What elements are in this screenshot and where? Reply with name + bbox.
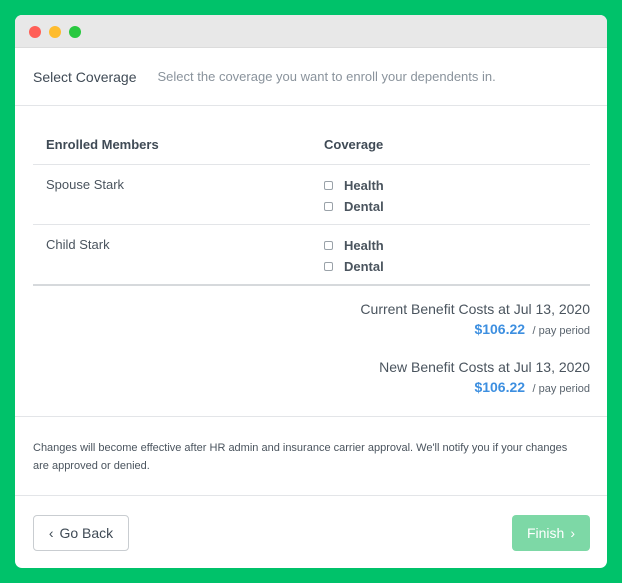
coverage-table: Enrolled Members Coverage Spouse Stark H… <box>33 132 590 286</box>
coverage-option-label: Dental <box>344 258 384 274</box>
current-cost-block: Current Benefit Costs at Jul 13, 2020 $1… <box>360 299 590 341</box>
app-window: Select Coverage Select the coverage you … <box>15 15 607 568</box>
current-cost-period: / pay period <box>532 325 590 337</box>
go-back-button[interactable]: ‹ Go Back <box>33 515 129 551</box>
health-checkbox[interactable] <box>324 180 333 190</box>
finish-button[interactable]: Finish › <box>512 515 590 551</box>
current-cost-label: Current Benefit Costs at Jul 13, 2020 <box>360 301 590 317</box>
coverage-option-health[interactable]: Health <box>324 176 384 194</box>
new-cost-label: New Benefit Costs at Jul 13, 2020 <box>379 359 590 375</box>
close-window-button[interactable] <box>29 26 41 38</box>
benefit-costs-summary: Current Benefit Costs at Jul 13, 2020 $1… <box>360 299 590 415</box>
chevron-left-icon: ‹ <box>48 525 54 541</box>
coverage-option-label: Dental <box>344 198 384 214</box>
coverage-option-label: Health <box>344 237 384 253</box>
dental-checkbox[interactable] <box>324 261 333 271</box>
dental-checkbox[interactable] <box>324 201 333 211</box>
new-cost-block: New Benefit Costs at Jul 13, 2020 $106.2… <box>360 357 590 399</box>
table-header-row: Enrolled Members Coverage <box>33 132 590 165</box>
column-header-members: Enrolled Members <box>46 137 159 152</box>
finish-label: Finish <box>526 525 565 541</box>
table-row: Spouse Stark Health Dental <box>33 165 590 225</box>
table-row: Child Stark Health Dental <box>33 225 590 286</box>
member-name: Spouse Stark <box>46 177 125 192</box>
column-header-coverage: Coverage <box>324 137 384 152</box>
coverage-option-health[interactable]: Health <box>324 236 384 254</box>
coverage-option-dental[interactable]: Dental <box>324 257 384 275</box>
page-title: Select Coverage <box>33 68 137 85</box>
member-name: Child Stark <box>46 237 110 252</box>
minimize-window-button[interactable] <box>49 26 61 38</box>
page-subtitle: Select the coverage you want to enroll y… <box>157 69 496 84</box>
page-header: Select Coverage Select the coverage you … <box>15 48 607 106</box>
health-checkbox[interactable] <box>324 240 333 250</box>
new-cost-amount: $106.22 <box>474 379 526 395</box>
current-cost-amount: $106.22 <box>474 321 526 337</box>
approval-notice: Changes will become effective after HR a… <box>33 442 568 472</box>
maximize-window-button[interactable] <box>69 26 81 38</box>
new-cost-period: / pay period <box>532 383 590 395</box>
chevron-right-icon: › <box>570 525 576 541</box>
go-back-label: Go Back <box>59 525 114 541</box>
coverage-option-dental[interactable]: Dental <box>324 197 384 215</box>
window-titlebar <box>15 15 607 48</box>
coverage-option-label: Health <box>344 177 384 193</box>
approval-notice-section: Changes will become effective after HR a… <box>15 416 607 496</box>
